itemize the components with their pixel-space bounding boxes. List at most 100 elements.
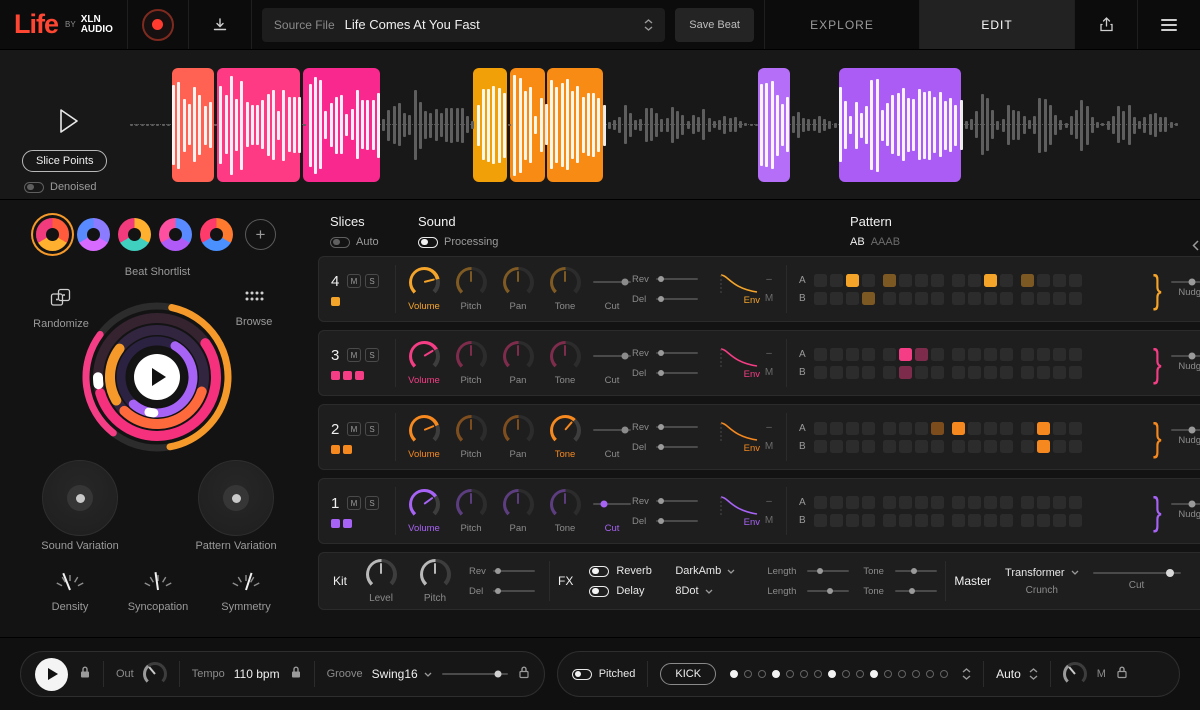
pattern-step[interactable] [952, 292, 965, 305]
pattern-variation-ab[interactable]: AB [850, 236, 865, 248]
symmetry-gauge[interactable]: Symmetry [202, 568, 290, 613]
pattern-step[interactable] [915, 422, 928, 435]
output-lock-icon[interactable] [1116, 665, 1128, 684]
pattern-step[interactable] [1021, 496, 1034, 509]
nudge-slider[interactable]: Nudge [1164, 429, 1200, 446]
source-file-spinner[interactable] [644, 19, 653, 31]
pattern-step[interactable] [1037, 514, 1050, 527]
master-cut-slider[interactable] [1093, 572, 1181, 574]
tab-edit[interactable]: EDIT [920, 0, 1075, 49]
pattern-step[interactable] [1069, 366, 1082, 379]
wave-play-button[interactable] [58, 108, 80, 139]
mute-button[interactable]: M [347, 348, 361, 362]
pattern-step[interactable] [899, 422, 912, 435]
pattern-step[interactable] [952, 422, 965, 435]
pattern-step[interactable] [1069, 274, 1082, 287]
delay-toggle[interactable]: Delay [589, 585, 661, 597]
pattern-step[interactable] [814, 348, 827, 361]
kick-button[interactable]: KICK [660, 663, 716, 685]
pattern-step[interactable] [984, 514, 997, 527]
cut-slider[interactable]: Cut [592, 267, 632, 312]
pattern-step[interactable] [846, 496, 859, 509]
pattern-step[interactable] [1021, 422, 1034, 435]
step-dot[interactable] [730, 670, 738, 678]
pattern-mute-button[interactable]: M [765, 367, 773, 378]
pattern-step[interactable] [1053, 292, 1066, 305]
pattern-step[interactable] [1000, 514, 1013, 527]
pitch-knob[interactable]: Pitch [451, 489, 491, 534]
pattern-step[interactable] [968, 292, 981, 305]
kit-pitch-knob[interactable]: Pitch [415, 559, 455, 604]
pattern-step[interactable] [952, 348, 965, 361]
pattern-step[interactable] [862, 496, 875, 509]
pattern-step[interactable] [846, 422, 859, 435]
pattern-step[interactable] [846, 440, 859, 453]
pattern-step[interactable] [899, 440, 912, 453]
pattern-step[interactable] [814, 292, 827, 305]
pattern-step[interactable] [883, 496, 896, 509]
solo-button[interactable]: S [365, 348, 379, 362]
denoised-toggle-switch[interactable] [24, 182, 44, 193]
volume-knob[interactable]: Volume [404, 415, 444, 460]
mute-button[interactable]: M [347, 274, 361, 288]
pattern-step[interactable] [883, 440, 896, 453]
step-dot[interactable] [800, 670, 808, 678]
pattern-step[interactable] [1053, 440, 1066, 453]
master-transform-select[interactable]: Transformer [1005, 567, 1079, 579]
pattern-step[interactable] [1021, 366, 1034, 379]
pattern-variation-knob[interactable] [198, 460, 274, 536]
pitched-toggle[interactable]: Pitched [572, 668, 636, 680]
pattern-mute-button[interactable]: M [765, 293, 773, 304]
pattern-variation-aaab[interactable]: AAAB [871, 236, 900, 248]
pattern-step[interactable] [1021, 348, 1034, 361]
env-display[interactable]: Env [710, 495, 760, 528]
step-dot[interactable] [912, 670, 920, 678]
pattern-step[interactable] [883, 348, 896, 361]
pattern-step[interactable] [915, 348, 928, 361]
pattern-step[interactable] [1069, 292, 1082, 305]
reverb-length-slider[interactable]: Length [767, 566, 849, 577]
pattern-step[interactable] [830, 514, 843, 527]
tempo-lock-icon[interactable] [290, 665, 302, 684]
pattern-step[interactable] [984, 348, 997, 361]
pattern-step[interactable] [952, 440, 965, 453]
rev-slider[interactable]: Rev [632, 422, 710, 433]
pattern-step[interactable] [830, 292, 843, 305]
rev-slider[interactable]: Rev [632, 496, 710, 507]
pattern-step[interactable] [1000, 348, 1013, 361]
pattern-step[interactable] [1069, 496, 1082, 509]
pattern-step[interactable] [931, 440, 944, 453]
pattern-step[interactable] [846, 514, 859, 527]
transport-play-button[interactable] [35, 658, 68, 691]
pattern-step[interactable] [915, 514, 928, 527]
pattern-step[interactable] [931, 274, 944, 287]
groove-slider[interactable] [442, 673, 508, 675]
pattern-step[interactable] [830, 422, 843, 435]
pattern-step[interactable] [830, 274, 843, 287]
pattern-step[interactable] [931, 496, 944, 509]
pitch-knob[interactable]: Pitch [451, 341, 491, 386]
kit-rev-slider[interactable]: Rev [469, 566, 541, 577]
save-beat-button[interactable]: Save Beat [675, 8, 754, 42]
pattern-step[interactable] [952, 514, 965, 527]
tone-knob[interactable]: Tone [545, 341, 585, 386]
pattern-step[interactable] [1069, 348, 1082, 361]
pattern-step[interactable] [1000, 422, 1013, 435]
slice-points-button[interactable]: Slice Points [22, 150, 107, 172]
step-dot[interactable] [926, 670, 934, 678]
pattern-step[interactable] [899, 348, 912, 361]
kit-del-slider[interactable]: Del [469, 586, 541, 597]
sound-variation-knob[interactable] [42, 460, 118, 536]
pattern-step[interactable] [931, 292, 944, 305]
pattern-step[interactable] [984, 440, 997, 453]
nudge-slider[interactable]: Nudge [1164, 503, 1200, 520]
cut-slider[interactable]: Cut [592, 415, 632, 460]
pattern-step[interactable] [1021, 514, 1034, 527]
pattern-step[interactable] [1053, 514, 1066, 527]
pattern-step[interactable] [1021, 292, 1034, 305]
delay-length-slider[interactable]: Length [767, 586, 849, 597]
step-dot[interactable] [758, 670, 766, 678]
menu-icon[interactable] [1152, 8, 1186, 42]
pattern-step[interactable] [862, 348, 875, 361]
denoised-toggle[interactable]: Denoised [24, 181, 96, 193]
